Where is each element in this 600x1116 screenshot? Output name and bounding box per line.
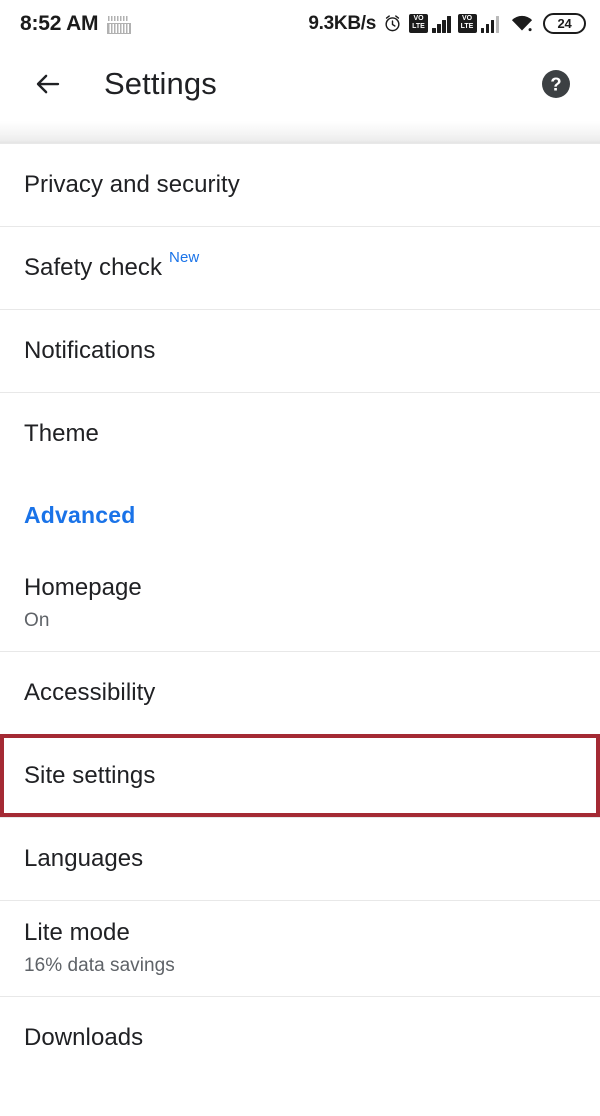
settings-item-title-text: Safety check — [24, 253, 163, 281]
settings-item-safety-check[interactable]: Safety check New — [0, 226, 600, 309]
settings-item-accessibility[interactable]: Accessibility — [0, 651, 600, 734]
settings-item-title-text: Site settings — [24, 761, 156, 789]
settings-item-title: Notifications — [24, 337, 576, 366]
settings-item-title-text: Languages — [24, 844, 144, 872]
settings-item-title: Homepage — [24, 574, 576, 603]
settings-item-title: Site settings — [24, 762, 576, 791]
keyboard-notification-icon — [107, 15, 132, 34]
page-title: Settings — [104, 66, 217, 101]
settings-item-title-text: Homepage — [24, 573, 142, 601]
settings-item-subtitle: On — [24, 609, 50, 631]
settings-item-title: Privacy and security — [24, 171, 576, 200]
settings-item-title-text: Lite mode — [24, 919, 130, 947]
settings-item-title: Lite mode — [24, 919, 576, 948]
settings-list: Privacy and security Safety check New Notif… — [0, 143, 600, 1079]
sim1-volte-line1: VO — [413, 15, 424, 22]
help-circle-icon: ? — [542, 69, 570, 98]
settings-item-title-text: Notifications — [24, 336, 156, 364]
section-header-advanced[interactable]: Advanced — [0, 475, 600, 555]
sim1-volte-icon: VO LTE — [409, 13, 428, 33]
sim2-volte-line1: VO — [461, 15, 473, 22]
sim2-volte-icon: VO LTE — [457, 13, 477, 33]
settings-item-title: Languages — [24, 845, 576, 874]
settings-item-title: Downloads — [24, 1024, 576, 1053]
settings-item-privacy-and-security[interactable]: Privacy and security — [0, 143, 600, 226]
settings-item-homepage[interactable]: Homepage On — [0, 555, 600, 651]
status-bar-clock: 8:52 AM — [20, 11, 99, 35]
settings-item-downloads[interactable]: Downloads — [0, 996, 600, 1079]
network-speed-indicator: 9.3KB/s — [308, 12, 376, 34]
settings-item-languages[interactable]: Languages — [0, 817, 600, 900]
status-bar-right: 9.3KB/s VO LTE VO LTE 24 — [308, 12, 586, 34]
status-bar: 8:52 AM 9.3KB/s VO LTE VO LTE 24 — [0, 0, 600, 46]
sim2-volte-line2: LTE — [460, 23, 474, 30]
settings-item-title: Safety check New — [24, 249, 576, 283]
battery-indicator: 24 — [543, 12, 586, 34]
alarm-clock-icon — [385, 14, 400, 31]
svg-text:?: ? — [550, 73, 561, 94]
new-badge: New — [169, 248, 200, 266]
sim2-signal-bars-icon — [480, 14, 499, 33]
settings-item-title-text: Downloads — [24, 1023, 144, 1051]
back-arrow-icon — [36, 74, 60, 93]
help-button[interactable]: ? — [538, 66, 574, 102]
settings-item-subtitle: 16% data savings — [24, 955, 175, 976]
sim1-signal-bars-icon — [432, 14, 451, 33]
settings-item-site-settings[interactable]: Site settings — [0, 734, 600, 817]
sim1-volte-line2: LTE — [412, 23, 425, 30]
settings-item-theme[interactable]: Theme — [0, 392, 600, 475]
back-button[interactable] — [24, 60, 72, 108]
app-toolbar: Settings ? — [0, 46, 600, 121]
settings-item-title-text: Theme — [24, 419, 99, 447]
settings-item-title-text: Privacy and security — [24, 170, 240, 198]
settings-item-title: Accessibility — [24, 679, 576, 708]
status-bar-left: 8:52 AM — [20, 11, 132, 35]
settings-item-title: Theme — [24, 420, 576, 449]
toolbar-shadow-divider — [0, 121, 600, 143]
settings-item-lite-mode[interactable]: Lite mode 16% data savings — [0, 900, 600, 996]
wifi-icon — [511, 15, 533, 31]
section-header-label: Advanced — [24, 501, 136, 528]
settings-item-notifications[interactable]: Notifications — [0, 309, 600, 392]
settings-item-title-text: Accessibility — [24, 678, 156, 706]
